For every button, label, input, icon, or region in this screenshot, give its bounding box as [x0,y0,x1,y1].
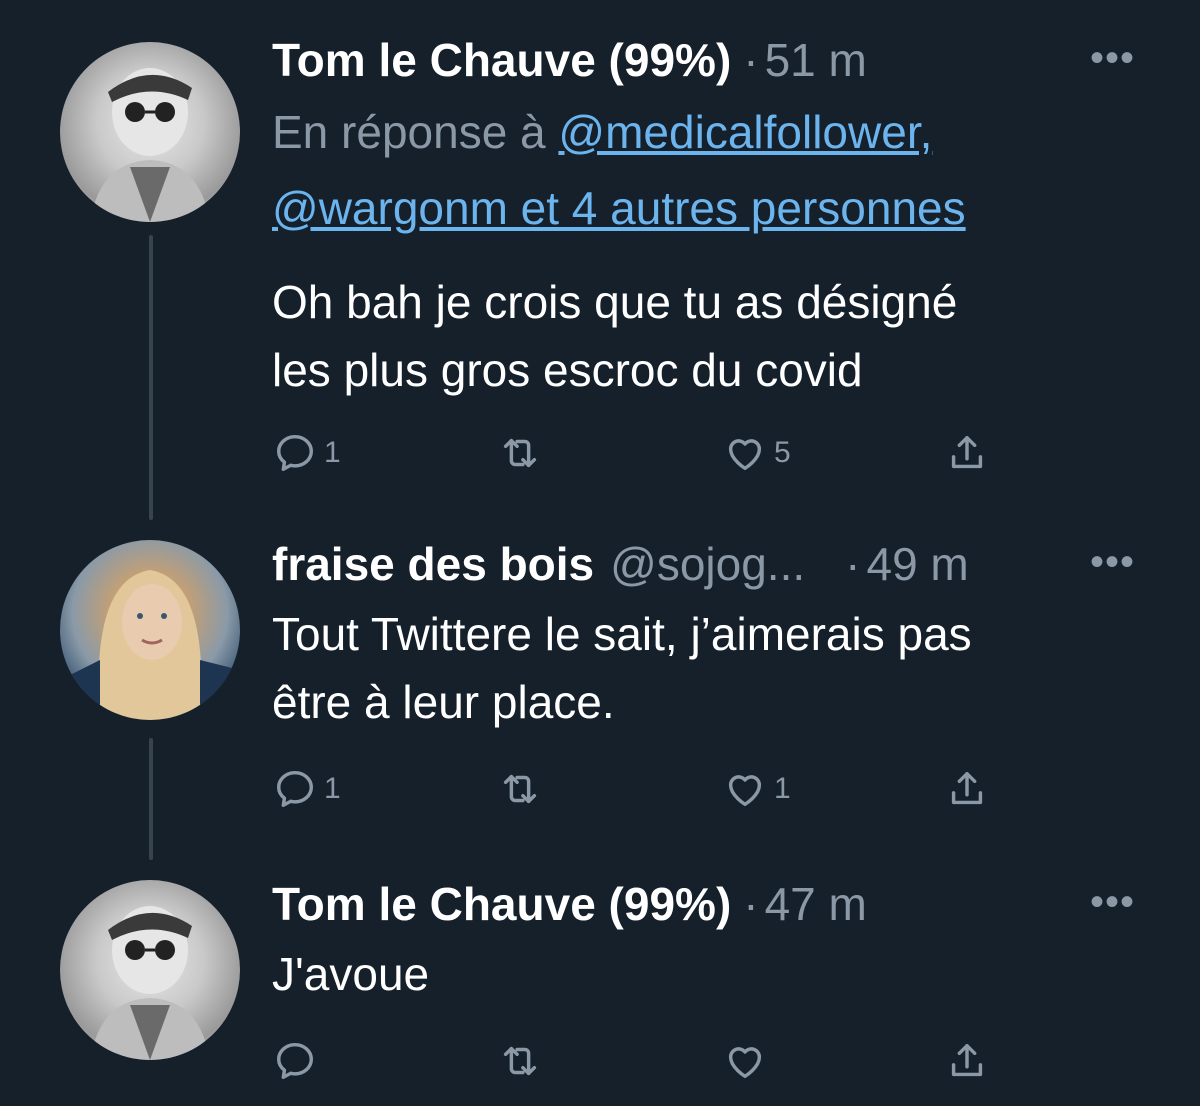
separator: · [845,538,861,590]
like-count: 1 [774,772,791,805]
display-name[interactable]: Tom le Chauve (99%) [272,33,731,87]
tweet-text-line: J'avoue [272,948,430,1000]
share-icon [951,771,983,805]
reply-context: En réponse à @medicalfollower, @wargonm … [272,94,1152,246]
reply-button[interactable]: 1 [272,766,341,812]
retweet-icon [503,774,537,804]
tweet[interactable]: Tom le Chauve (99%) · 51 m ••• En répons… [0,30,1200,490]
share-icon [951,435,983,469]
reply-prefix: En réponse à [272,106,559,158]
avatar-image [60,570,240,720]
retweet-button[interactable] [497,430,549,476]
reply-button[interactable] [272,1038,324,1084]
action-bar: 1 1 [272,766,1032,816]
avatar[interactable] [60,42,240,222]
more-options-icon[interactable]: ••• [1090,880,1135,925]
display-name[interactable]: Tom le Chauve (99%) [272,877,731,931]
reply-icon [276,770,314,808]
tweet-text: Tout Twittere le sait, j’aimerais pas êt… [272,600,1152,736]
tweet-text-line: Oh bah je crois que tu as désigné [272,276,958,328]
more-options-icon[interactable]: ••• [1090,36,1135,81]
avatar[interactable] [60,880,240,1060]
avatar[interactable] [60,540,240,720]
separator: · [743,878,759,930]
tweet-text-line: Tout Twittere le sait, j’aimerais pas [272,608,972,660]
tweet-header: Tom le Chauve (99%) · 47 m [272,874,867,934]
tweet[interactable]: Tom le Chauve (99%) · 47 m ••• J'avoue [0,874,1200,1106]
tweet-header: fraise des bois @sojog... · 49 m [272,534,969,594]
retweet-button[interactable] [497,1038,549,1084]
handle[interactable]: @sojog... [610,537,805,591]
display-name[interactable]: fraise des bois [272,537,594,591]
tweet-text: Oh bah je crois que tu as désigné les pl… [272,268,1152,404]
reply-icon [276,1042,314,1080]
tweet[interactable]: fraise des bois @sojog... · 49 m ••• Tou… [0,534,1200,834]
mention-link[interactable]: @wargonm et 4 autres personnes [272,182,966,234]
timestamp[interactable]: 51 m [765,33,867,87]
heart-icon [728,1047,762,1079]
like-button[interactable]: 5 [722,430,791,476]
reply-count: 1 [324,772,341,805]
share-button[interactable] [944,430,990,476]
tweet-text: J'avoue [272,940,1152,1008]
retweet-icon [503,438,537,468]
more-options-icon[interactable]: ••• [1090,540,1135,585]
timestamp[interactable]: 49 m [866,537,968,591]
heart-icon [728,439,762,471]
action-bar: 1 5 [272,430,1032,480]
share-button[interactable] [944,766,990,812]
like-count: 5 [774,436,791,469]
share-button[interactable] [944,1038,990,1084]
action-bar [272,1038,1032,1088]
retweet-icon [503,1046,537,1076]
tweet-text-line: les plus gros escroc du covid [272,344,863,396]
retweet-button[interactable] [497,766,549,812]
tweet-text-line: être à leur place. [272,676,615,728]
share-icon [951,1043,983,1077]
reply-icon [276,434,314,472]
like-button[interactable]: 1 [722,766,791,812]
tweet-header: Tom le Chauve (99%) · 51 m [272,30,867,90]
avatar-image [90,906,210,1060]
timestamp[interactable]: 47 m [765,877,867,931]
mention-link[interactable]: @medicalfollower, [558,106,932,158]
separator: · [743,34,759,86]
like-button[interactable] [722,1038,774,1084]
avatar-image [90,68,210,222]
reply-button[interactable]: 1 [272,430,341,476]
reply-count: 1 [324,436,341,469]
heart-icon [728,775,762,807]
